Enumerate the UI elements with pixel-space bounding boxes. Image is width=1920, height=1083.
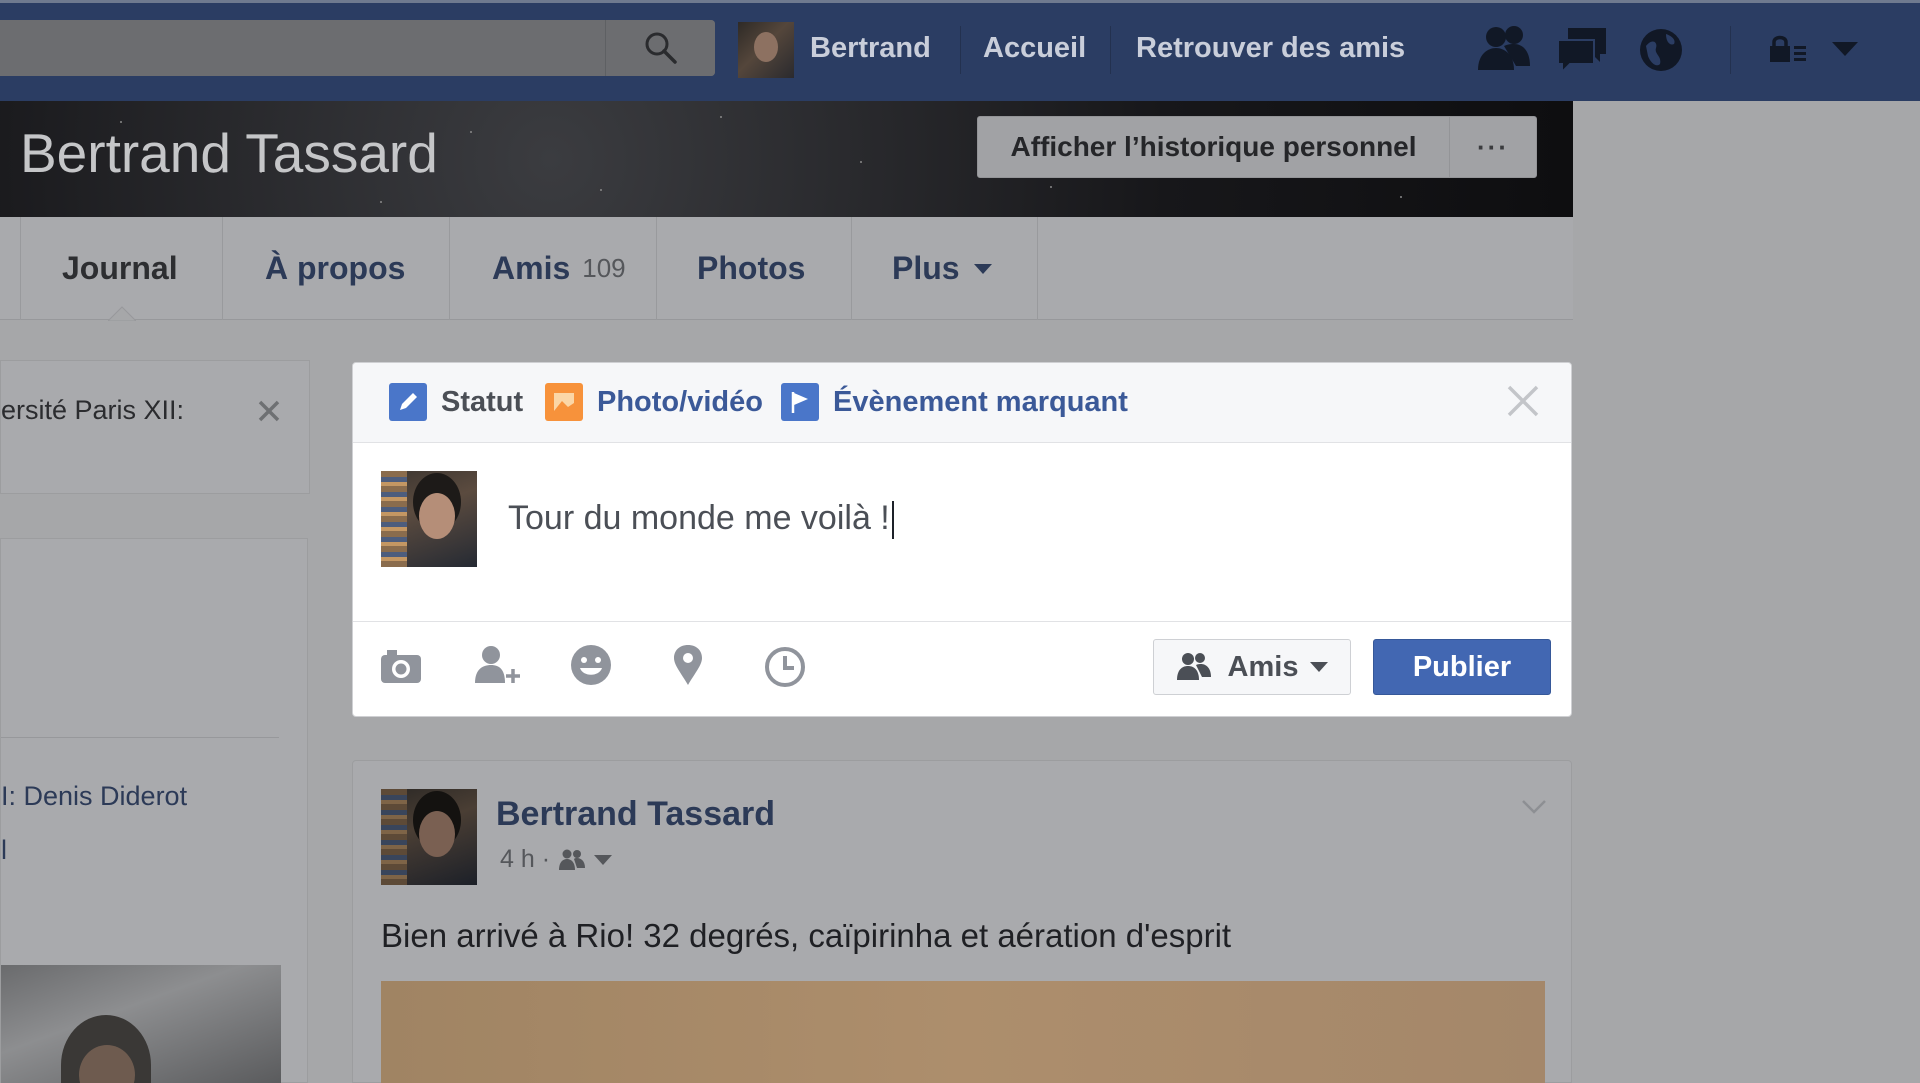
intro-card: I: Denis Diderot l [0,538,308,1083]
tab-label: Amis [492,250,571,286]
privacy-lock-icon[interactable] [1768,34,1808,64]
status-text: Tour du monde me voilà ! [508,499,890,537]
friend-photo[interactable] [1,965,281,1083]
friend-requests-icon[interactable] [1474,24,1534,76]
account-menu-chevron-icon[interactable] [1830,40,1860,58]
camera-icon[interactable] [379,645,423,685]
more-options-button[interactable]: ··· [1449,116,1537,178]
feeling-emoji-icon[interactable] [569,643,613,687]
friends-icon [1176,653,1211,680]
audience-label: Amis [1227,650,1299,683]
tag-friends-icon[interactable] [473,643,523,687]
divider [1,737,279,738]
chevron-down-icon[interactable] [594,854,613,865]
top-navigation-bar: Bertrand Accueil Retrouver des amis [0,0,1920,101]
avatar [738,22,794,78]
nav-home-link[interactable]: Accueil [983,32,1086,65]
post-author-link[interactable]: Bertrand Tassard [496,795,775,834]
post-photo[interactable] [381,981,1545,1083]
left-card-text: ersité Paris XII: [1,395,185,425]
post-timestamp[interactable]: 4 h · [500,845,550,874]
composer-header: Statut Photo/vidéo Évènement marquant [353,363,1571,443]
avatar [381,471,477,567]
search-button[interactable] [605,20,715,76]
messages-icon[interactable] [1554,24,1610,76]
tab-label: Photos [697,250,806,286]
tab-label: Photo/vidéo [597,385,763,418]
text-cursor [891,501,894,540]
tab-label: À propos [265,250,406,286]
pencil-icon [389,383,427,421]
tab-label: Journal [62,250,178,286]
search-input[interactable] [0,20,715,76]
nav-user-name[interactable]: Bertrand [810,32,931,65]
info-link[interactable]: l [1,835,7,866]
profile-tabs: Journal À propos Amis 109 Photos Plus [0,217,1573,321]
tab-about[interactable]: À propos [265,217,405,320]
publish-button[interactable]: Publier [1373,639,1551,695]
tab-status[interactable]: Statut [389,382,523,422]
friends-audience-icon[interactable] [558,849,586,871]
left-info-card: ersité Paris XII: [0,360,310,494]
tab-photos[interactable]: Photos [697,217,805,320]
tab-label: Évènement marquant [833,385,1128,418]
avatar[interactable] [381,789,477,885]
nav-profile-link[interactable] [738,22,794,78]
close-icon[interactable] [257,399,281,423]
chevron-down-icon [1310,662,1329,672]
feed-post: Bertrand Tassard 4 h · Bien arrivé à Rio… [352,760,1572,1083]
location-pin-icon[interactable] [671,643,705,687]
clock-icon[interactable] [763,645,807,689]
tab-label: Plus [892,250,960,286]
post-text: Bien arrivé à Rio! 32 degrés, caïpirinha… [381,917,1232,954]
audience-selector[interactable]: Amis [1153,639,1351,695]
nav-divider [960,26,961,74]
nav-find-friends-link[interactable]: Retrouver des amis [1136,32,1405,65]
post-meta: 4 h · [500,845,613,874]
nav-divider [1730,26,1731,74]
top-strip [0,0,1920,3]
tab-more[interactable]: Plus [892,217,992,320]
active-tab-pointer [108,306,136,321]
close-icon[interactable] [1501,379,1545,423]
friend-count: 109 [582,253,626,283]
tab-life-event[interactable]: Évènement marquant [781,382,1128,422]
post-options-chevron-icon[interactable] [1521,799,1547,815]
education-link[interactable]: I: Denis Diderot [1,781,187,812]
photo-icon [545,383,583,421]
search-icon [645,32,677,64]
tab-photo-video[interactable]: Photo/vidéo [545,382,763,422]
chevron-down-icon [973,263,992,274]
notifications-globe-icon[interactable] [1636,24,1686,76]
status-composer: Statut Photo/vidéo Évènement marquant To… [352,362,1572,717]
tab-label: Statut [441,385,524,418]
activity-log-button[interactable]: Afficher l’historique personnel [977,116,1450,178]
nav-divider [1110,26,1111,74]
profile-name-heading: Bertrand Tassard [20,122,438,184]
tab-friends[interactable]: Amis 109 [492,217,626,320]
status-text-input[interactable]: Tour du monde me voilà ! [508,499,894,540]
flag-icon [781,383,819,421]
